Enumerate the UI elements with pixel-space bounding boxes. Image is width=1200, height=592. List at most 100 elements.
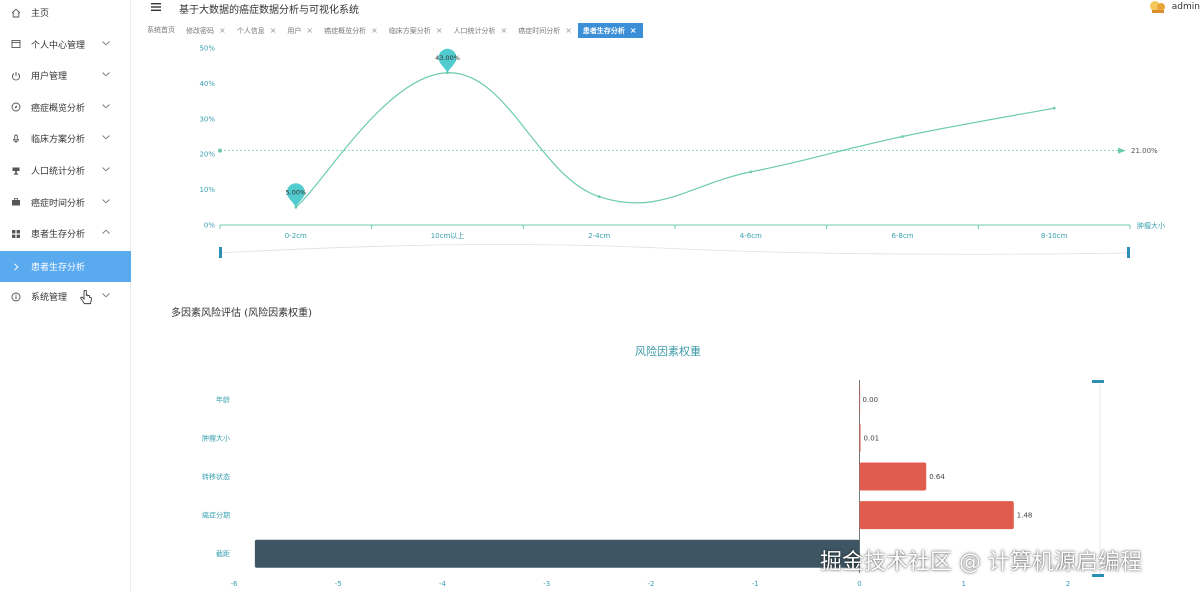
x-tick-label: -6 [231, 580, 239, 588]
grid-icon [11, 229, 21, 239]
system-title: 基于大数据的癌症数据分析与可视化系统 [179, 5, 359, 16]
y-tick-label: 10% [199, 186, 215, 194]
sidebar-item-label: 系统管理 [31, 293, 68, 304]
tab-8[interactable]: 患者生存分析 × [577, 23, 643, 38]
tab-2[interactable]: 个人信息 × [232, 23, 283, 38]
bar [254, 539, 860, 568]
average-mark-label: 21.00% [1131, 147, 1158, 155]
value-label: 0.01 [864, 434, 880, 442]
sidebar-item-label: 用户管理 [31, 72, 68, 83]
x-tick-label: 0 [857, 580, 861, 588]
home-icon [11, 8, 21, 18]
tab-close-icon[interactable]: × [630, 26, 637, 35]
tab-0[interactable]: 系统首页 [142, 23, 181, 38]
x-tick-label: 10cm以上 [431, 231, 465, 240]
tab-7[interactable]: 癌症时间分析 × [513, 23, 578, 38]
tab-close-icon[interactable]: × [501, 26, 508, 35]
chevron-down-icon[interactable] [101, 164, 111, 174]
y-tick-label: 30% [199, 115, 215, 123]
sidebar-item-label: 人口统计分析 [31, 167, 86, 177]
x-tick-label: 8-10cm [1041, 232, 1068, 240]
watermark: 掘金技术社区 @ 计算机源启编程 [820, 550, 1142, 575]
sidebar-item-label: 癌症概览分析 [31, 103, 86, 114]
chart-title: 风险因素权重 [635, 344, 701, 358]
user-menu[interactable]: admin [1148, 0, 1200, 14]
average-mark-arrow [1118, 147, 1126, 154]
y-tick-label: 0% [204, 222, 215, 230]
chevron-down-icon[interactable] [101, 69, 111, 79]
x-tick-label: -2 [648, 580, 655, 588]
tab-close-icon[interactable]: × [436, 26, 443, 35]
tab-label: 用户 [287, 27, 302, 35]
tab-1[interactable]: 修改密码 × [181, 23, 232, 38]
avatar [1149, 1, 1165, 13]
info-icon [11, 292, 21, 302]
tab-close-icon[interactable]: × [565, 26, 572, 35]
sidebar-item-0[interactable]: 主页 [0, 0, 131, 28]
tab-3[interactable]: 用户 × [282, 23, 319, 38]
hand-cursor-icon [80, 290, 92, 305]
tab-close-icon[interactable]: × [306, 26, 313, 35]
x-tick-label: 4-6cm [740, 232, 762, 240]
sidebar-item-label: 患者生存分析 [31, 263, 86, 273]
header: 基于大数据的癌症数据分析与可视化系统 admin [131, 0, 1200, 20]
sidebar-item-label: 癌症时间分析 [31, 198, 86, 209]
tab-close-icon[interactable]: × [219, 26, 226, 35]
bar [859, 462, 927, 491]
category-label: 肿瘤大小 [202, 433, 230, 442]
microphone-icon [11, 134, 21, 144]
sidebar-item-2[interactable]: 用户管理 [0, 60, 131, 91]
app-window: 主页 个人中心管理 用户管理 癌症概览分析 临床方案分析 人口统计分析 癌症时间分析 患者生存… [0, 0, 1200, 592]
tab-label: 临床方案分析 [388, 27, 431, 35]
chevron-down-icon[interactable] [101, 101, 111, 111]
sidebar-item-8[interactable]: 患者生存分析 [0, 251, 131, 282]
tab-close-icon[interactable]: × [270, 26, 277, 35]
mark-point-label: 5.00% [286, 188, 307, 196]
sidebar-item-9[interactable]: 系统管理 [0, 281, 131, 312]
data-zoom-handle-right [1127, 247, 1130, 258]
x-tick-label: 2 [1066, 580, 1070, 588]
chevron-up-icon[interactable] [101, 227, 111, 237]
category-label: 年龄 [216, 395, 230, 404]
mark-point-label: 43.00% [435, 54, 460, 62]
x-tick-label: -4 [439, 580, 447, 588]
tab-5[interactable]: 临床方案分析 × [384, 23, 449, 38]
chevron-down-icon[interactable] [101, 290, 111, 300]
category-label: 癌症分期 [202, 511, 230, 520]
value-label: 0.00 [863, 396, 879, 404]
x-tick-label: 0-2cm [285, 232, 307, 240]
y-tick-label: 50% [199, 45, 215, 53]
tab-label: 癌症概览分析 [324, 27, 367, 35]
x-tick-label: 2-4cm [588, 232, 610, 240]
x-tick-label: -3 [543, 580, 550, 588]
compass-icon [11, 102, 21, 112]
sidebar-item-7[interactable]: 患者生存分析 [0, 218, 131, 249]
x-tick-label: -5 [335, 580, 342, 588]
chevron-down-icon[interactable] [101, 38, 111, 48]
power-icon [11, 71, 21, 81]
tab-4[interactable]: 癌症概览分析 × [319, 23, 384, 38]
x-tick-label: 1 [962, 580, 966, 588]
sidebar-item-label: 主页 [31, 9, 50, 19]
chevron-down-icon[interactable] [101, 132, 111, 142]
tab-label: 系统首页 [147, 26, 175, 34]
value-label: 1.48 [1017, 512, 1033, 520]
data-point [597, 195, 601, 199]
bar [859, 423, 861, 452]
sidebar-item-4[interactable]: 临床方案分析 [0, 123, 131, 154]
sidebar-item-3[interactable]: 癌症概览分析 [0, 92, 131, 123]
y-tick-label: 20% [199, 151, 215, 159]
tumor-size-line-chart: 0% 10% 20% 30% 40% 50% 0-2cm 10cm以上 2-4cm 4-6cm 6-… [199, 45, 1165, 258]
sidebar-item-1[interactable]: 个人中心管理 [0, 29, 131, 60]
sidebar-item-6[interactable]: 癌症时间分析 [0, 187, 131, 218]
sidebar-item-label: 个人中心管理 [31, 40, 86, 51]
sidebar-item-5[interactable]: 人口统计分析 [0, 155, 131, 186]
tab-close-icon[interactable]: × [371, 26, 378, 35]
hamburger-menu-icon[interactable] [151, 2, 161, 12]
section-title: 多因素风险评估 (风险因素权重) [171, 308, 312, 319]
tab-bar: 系统首页 修改密码 × 个人信息 × 用户 × 癌症概览分析 × 临床方案分析 × 人口统计分析 × 癌症… [142, 23, 643, 38]
category-label: 截距 [216, 549, 230, 558]
tab-6[interactable]: 人口统计分析 × [449, 23, 514, 38]
average-mark-start [218, 148, 222, 153]
chevron-down-icon[interactable] [101, 196, 111, 206]
